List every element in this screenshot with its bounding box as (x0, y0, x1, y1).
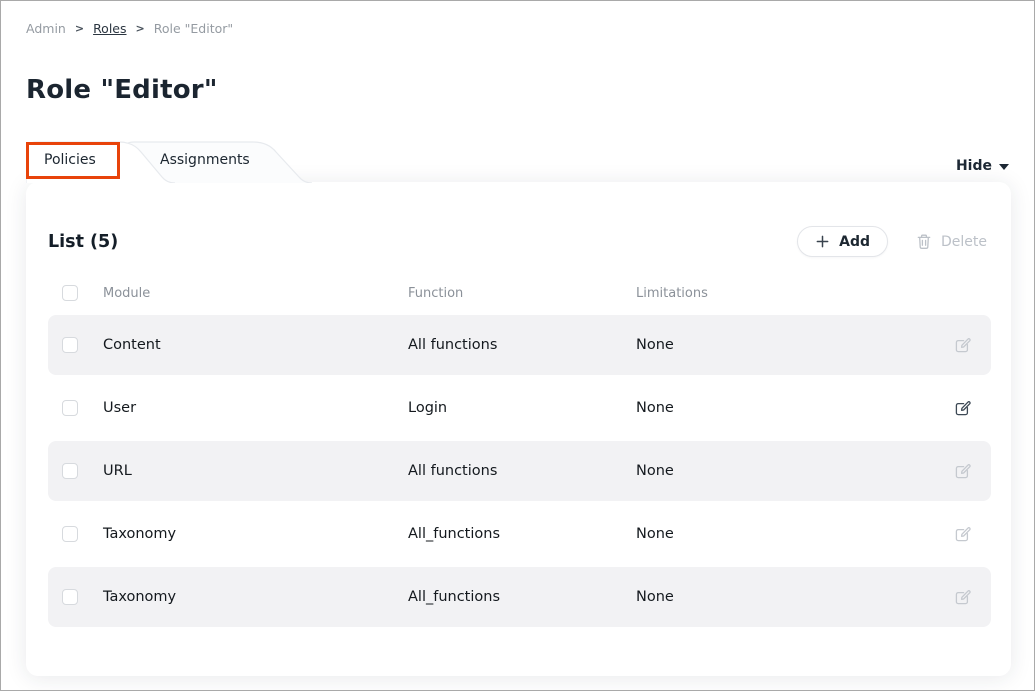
column-header-function: Function (408, 286, 636, 301)
edit-icon (953, 525, 972, 544)
caret-down-icon (999, 164, 1009, 170)
list-title: List (5) (48, 232, 118, 252)
edit-icon (953, 399, 972, 418)
row-checkbox[interactable] (62, 589, 78, 605)
cell-function: Login (408, 400, 636, 416)
cell-limitations: None (636, 337, 933, 353)
row-checkbox-cell (48, 526, 103, 542)
breadcrumb-item-admin: Admin (26, 21, 66, 36)
plus-icon (815, 234, 830, 249)
cell-module: Taxonomy (103, 589, 408, 605)
table-body: Content All functions None User Login No… (48, 315, 991, 627)
hide-toggle[interactable]: Hide (956, 158, 1009, 174)
row-action-cell (933, 460, 991, 483)
app-window: Admin > Roles > Role "Editor" Role "Edit… (0, 0, 1035, 691)
page-title: Role "Editor" (26, 75, 218, 105)
delete-button-label: Delete (941, 234, 987, 250)
edit-row-button[interactable] (951, 334, 974, 357)
cell-function: All_functions (408, 589, 636, 605)
row-checkbox-cell (48, 463, 103, 479)
trash-icon (916, 233, 932, 250)
cell-module: URL (103, 463, 408, 479)
table-row: URL All functions None (48, 441, 991, 501)
policies-panel: List (5) Add Delete (26, 182, 1011, 676)
hide-toggle-label: Hide (956, 158, 992, 174)
cell-limitations: None (636, 400, 933, 416)
edit-row-button[interactable] (951, 523, 974, 546)
row-checkbox[interactable] (62, 526, 78, 542)
edit-row-button[interactable] (951, 586, 974, 609)
select-all-checkbox[interactable] (62, 285, 78, 301)
delete-button[interactable]: Delete (916, 233, 987, 250)
row-checkbox[interactable] (62, 400, 78, 416)
panel-actions: Add Delete (797, 226, 987, 257)
table-header-row: Module Function Limitations (48, 285, 991, 301)
row-action-cell (933, 523, 991, 546)
tab-policies-label: Policies (44, 152, 96, 168)
table-row: Taxonomy All_functions None (48, 504, 991, 564)
row-checkbox-cell (48, 589, 103, 605)
cell-module: User (103, 400, 408, 416)
add-button[interactable]: Add (797, 226, 888, 257)
cell-function: All functions (408, 463, 636, 479)
row-action-cell (933, 586, 991, 609)
cell-module: Content (103, 337, 408, 353)
add-button-label: Add (839, 234, 870, 250)
row-action-cell (933, 334, 991, 357)
table-row: Content All functions None (48, 315, 991, 375)
column-header-limitations: Limitations (636, 286, 933, 301)
select-all-cell (48, 285, 103, 301)
cell-limitations: None (636, 463, 933, 479)
row-checkbox[interactable] (62, 463, 78, 479)
breadcrumb-item-current: Role "Editor" (154, 21, 233, 36)
tab-policies[interactable]: Policies (26, 141, 176, 183)
table-row: User Login None (48, 378, 991, 438)
cell-module: Taxonomy (103, 526, 408, 542)
edit-icon (953, 462, 972, 481)
breadcrumb-separator-icon: > (75, 22, 84, 35)
breadcrumb-separator-icon: > (136, 22, 145, 35)
row-checkbox-cell (48, 337, 103, 353)
column-header-module: Module (103, 286, 408, 301)
breadcrumb: Admin > Roles > Role "Editor" (26, 21, 233, 36)
row-checkbox[interactable] (62, 337, 78, 353)
edit-row-button[interactable] (951, 397, 974, 420)
panel-header: List (5) Add Delete (48, 226, 987, 257)
tab-bar: Assignments Policies Hide (26, 141, 1009, 183)
edit-icon (953, 588, 972, 607)
cell-limitations: None (636, 526, 933, 542)
edit-row-button[interactable] (951, 460, 974, 483)
table-row: Taxonomy All_functions None (48, 567, 991, 627)
breadcrumb-item-roles[interactable]: Roles (93, 21, 126, 36)
edit-icon (953, 336, 972, 355)
cell-function: All_functions (408, 526, 636, 542)
cell-function: All functions (408, 337, 636, 353)
row-action-cell (933, 397, 991, 420)
row-checkbox-cell (48, 400, 103, 416)
cell-limitations: None (636, 589, 933, 605)
